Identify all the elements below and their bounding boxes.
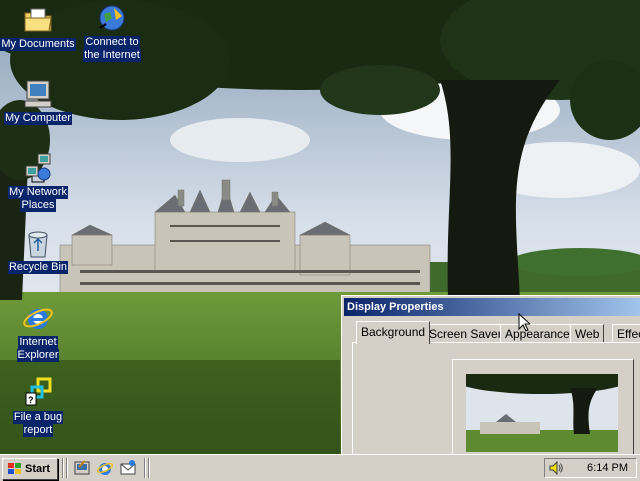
taskbar: Start 6:14 PM	[0, 454, 640, 481]
desktop-icon-my-computer[interactable]: My Computer	[0, 78, 76, 125]
desktop-icon-label-line2: Explorer	[16, 349, 60, 362]
desktop-icon-label-line2: Places	[20, 199, 56, 212]
taskbar-separator	[62, 458, 64, 478]
tab-background[interactable]: Background	[356, 321, 431, 344]
svg-text:?: ?	[28, 395, 34, 405]
outlook-express-icon	[120, 460, 136, 475]
tab-web[interactable]: Web	[570, 324, 605, 343]
quicklaunch-internet-explorer[interactable]	[96, 459, 114, 477]
tab-label: Effec	[617, 327, 640, 341]
windows-logo-icon	[8, 463, 21, 474]
desktop-icon-label: Internet	[18, 336, 58, 349]
tab-appearance[interactable]: Appearance	[500, 324, 575, 343]
desktop-icon-connect-internet[interactable]: Connect to the Internet	[74, 2, 150, 62]
connect-internet-icon	[99, 5, 125, 31]
desktop-icon-my-documents[interactable]: My Documents	[0, 4, 76, 51]
tab-screen-saver[interactable]: Screen Saver	[424, 324, 507, 343]
quicklaunch-outlook-express[interactable]	[119, 459, 137, 477]
clock[interactable]: 6:14 PM	[587, 462, 628, 474]
start-button[interactable]: Start	[2, 458, 58, 480]
desktop-icon-label: Recycle Bin	[7, 261, 69, 274]
wallpaper-preview	[466, 374, 618, 452]
desktop-icon-label: Connect to	[84, 36, 140, 49]
window-title: Display Properties	[347, 301, 444, 313]
my-computer-icon	[24, 80, 52, 108]
desktop-icon-recycle-bin[interactable]: Recycle Bin	[0, 227, 76, 274]
tab-effects[interactable]: Effec	[612, 324, 640, 343]
my-documents-icon	[24, 8, 52, 32]
desktop[interactable]: My Documents Connect to the Internet My …	[0, 0, 640, 454]
desktop-icon-label: File a bug	[12, 411, 64, 424]
internet-explorer-icon	[96, 462, 114, 475]
tab-label: Background	[361, 325, 426, 339]
recycle-bin-icon	[28, 231, 48, 258]
start-label: Start	[25, 463, 51, 475]
preview-image	[466, 374, 618, 452]
tab-label: Screen Saver	[429, 327, 502, 341]
desktop-icon-label-line2: report	[22, 424, 54, 437]
bug-report-icon: ?	[25, 377, 52, 406]
desktop-icon-bug-report[interactable]: ? File a bug report	[0, 377, 76, 437]
system-tray: 6:14 PM	[544, 458, 637, 478]
desktop-icon-label-line2: the Internet	[83, 49, 141, 62]
network-places-icon	[25, 153, 51, 183]
window-title-bar[interactable]: Display Properties	[344, 298, 640, 316]
tab-label: Web	[575, 327, 600, 341]
show-desktop-icon	[74, 460, 90, 475]
desktop-icon-label: My Documents	[0, 38, 76, 51]
desktop-icon-network-places[interactable]: My Network Places	[0, 152, 76, 212]
tab-label: Appearance	[505, 327, 570, 341]
internet-explorer-icon	[23, 308, 53, 329]
taskbar-separator	[148, 458, 150, 478]
volume-icon[interactable]	[548, 460, 564, 476]
taskbar-separator	[144, 458, 146, 478]
taskbar-separator	[66, 458, 68, 478]
desktop-icon-label: My Network	[7, 186, 69, 199]
quicklaunch-show-desktop[interactable]	[73, 459, 91, 477]
desktop-icon-internet-explorer[interactable]: Internet Explorer	[0, 302, 76, 362]
mouse-pointer	[518, 313, 530, 332]
desktop-icon-label: My Computer	[3, 112, 73, 125]
